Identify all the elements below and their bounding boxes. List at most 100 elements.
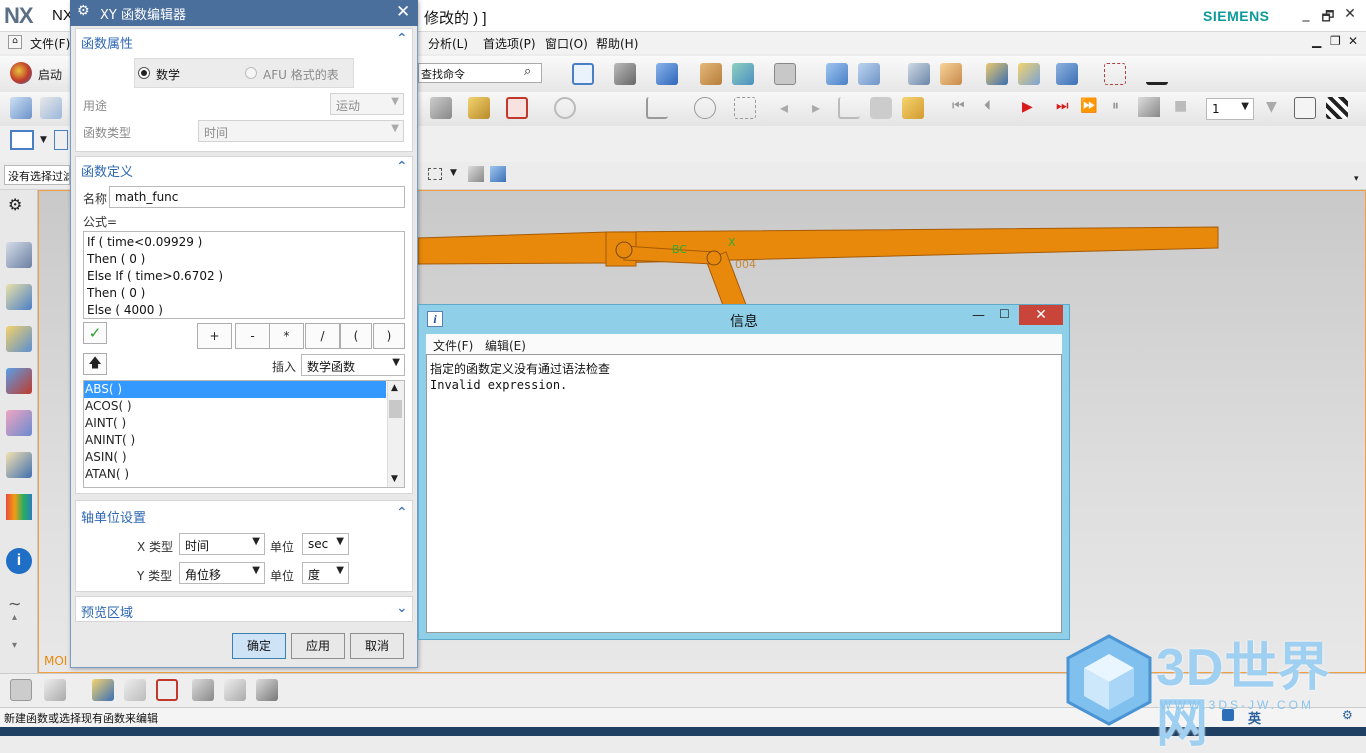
function-type-combo[interactable]: 时间 ▼ xyxy=(198,120,404,142)
xy-graph-icon[interactable] xyxy=(838,97,860,119)
point-snap-icon[interactable] xyxy=(1104,63,1126,85)
menu-help[interactable]: 帮助(H) xyxy=(596,35,638,52)
formula-textarea[interactable]: If ( time<0.09929 ) Then ( 0 ) Else If (… xyxy=(83,231,405,319)
cancel-button[interactable]: 取消 xyxy=(350,633,404,659)
fit-view-icon[interactable] xyxy=(572,63,594,85)
add-point-icon[interactable] xyxy=(44,679,66,701)
doc-restore-button[interactable]: ❐ xyxy=(1330,34,1341,48)
collapse-chevron-icon-2[interactable]: ⌃ xyxy=(396,159,408,175)
graph-icon[interactable] xyxy=(646,97,668,119)
tray-settings-icon[interactable]: ⚙ xyxy=(1342,708,1353,722)
doc-close-button[interactable]: ✕ xyxy=(1348,34,1358,48)
simulation-icon[interactable] xyxy=(40,97,62,119)
connector-icon[interactable] xyxy=(506,97,528,119)
collapse-chevron-icon[interactable]: ⌃ xyxy=(396,31,408,47)
chevron-down-icon[interactable]: ▼ xyxy=(40,135,47,145)
wcs-icon[interactable] xyxy=(940,63,962,85)
finish-flag-icon[interactable] xyxy=(1326,97,1348,119)
section-header-properties[interactable]: 函数属性 xyxy=(81,33,133,52)
last-frame-icon[interactable]: ⏩ xyxy=(1080,98,1097,114)
dropdown-icon[interactable]: ▼ xyxy=(1266,99,1277,115)
op-divide-button[interactable]: / xyxy=(305,323,340,349)
chevron-down-icon-2[interactable]: ▼ xyxy=(450,168,457,178)
arrow-left-icon[interactable]: ◂ xyxy=(780,98,788,117)
radio-math[interactable] xyxy=(138,67,150,79)
spring-icon[interactable] xyxy=(124,679,146,701)
restore-button[interactable]: 🗗 xyxy=(1318,6,1338,25)
menu-analysis[interactable]: 分析(L) xyxy=(428,35,468,52)
op-lparen-button[interactable]: ( xyxy=(340,323,372,349)
prev-frame-icon[interactable]: ⏴ xyxy=(984,98,991,114)
expand-chevron-icon[interactable]: ⌄ xyxy=(396,600,408,616)
name-input[interactable]: math_func xyxy=(109,186,405,208)
marker-icon[interactable] xyxy=(92,679,114,701)
dialog-gear-icon[interactable]: ⚙ xyxy=(77,3,90,19)
reuse-library-icon[interactable] xyxy=(6,410,32,436)
filter-icon[interactable] xyxy=(1056,63,1078,85)
apply-button[interactable]: 应用 xyxy=(291,633,345,659)
section-header-definition[interactable]: 函数定义 xyxy=(81,161,133,180)
list-scrollbar[interactable] xyxy=(387,381,404,487)
info-maximize-button[interactable]: ☐ xyxy=(999,307,1010,321)
radio-afu[interactable] xyxy=(245,67,257,79)
list-item[interactable]: AINT( ) xyxy=(85,415,135,432)
move-component-icon[interactable] xyxy=(858,63,880,85)
op-minus-button[interactable]: - xyxy=(235,323,270,349)
op-rparen-button[interactable]: ) xyxy=(373,323,405,349)
usage-combo[interactable]: 运动 ▼ xyxy=(330,93,404,115)
next-frame-icon[interactable]: ⏭ xyxy=(1056,98,1069,114)
view-frame-icon[interactable] xyxy=(10,130,34,150)
op-multiply-button[interactable]: * xyxy=(269,323,304,349)
type-filter-combo[interactable]: 没有选择过滤 xyxy=(4,165,70,185)
search-icon[interactable]: ⌕ xyxy=(524,64,531,79)
toolbar-overflow-icon[interactable]: ▾ xyxy=(1354,174,1359,184)
list-item[interactable]: ACOS( ) xyxy=(85,398,135,415)
start-button[interactable]: 启动 xyxy=(38,66,62,83)
face-select-icon[interactable] xyxy=(490,166,506,182)
bushing-icon[interactable] xyxy=(192,679,214,701)
damper-icon[interactable] xyxy=(156,679,178,701)
assembly-navigator-icon[interactable] xyxy=(6,284,32,310)
select-icon[interactable] xyxy=(1018,63,1040,85)
shaded-cube-icon[interactable] xyxy=(656,63,678,85)
contact-icon[interactable] xyxy=(224,679,246,701)
motion-navigator-icon[interactable] xyxy=(6,242,32,268)
scroll-down-icon[interactable]: ▾ xyxy=(12,640,17,651)
layer-icon[interactable] xyxy=(908,63,930,85)
layout-icon[interactable] xyxy=(54,130,68,150)
settings-gear-icon[interactable]: ⚙ xyxy=(8,195,22,214)
arrow-right-icon[interactable]: ▸ xyxy=(812,98,820,117)
list-item[interactable]: ATAN( ) xyxy=(85,466,135,483)
pause-icon[interactable]: ⏸ xyxy=(1112,98,1119,114)
close-button[interactable]: ✕ xyxy=(1340,6,1360,24)
wave-icon[interactable]: ∼ xyxy=(8,594,21,613)
check-syntax-button[interactable]: ✓ xyxy=(83,322,107,344)
undo-icon[interactable]: ⌂ xyxy=(8,35,22,49)
menu-window[interactable]: 窗口(O) xyxy=(545,35,588,52)
info-menu-file[interactable]: 文件(F) xyxy=(433,337,473,354)
info-minimize-button[interactable]: — xyxy=(972,308,985,323)
first-frame-icon[interactable]: ⏮ xyxy=(952,98,965,114)
scroll-up-icon[interactable]: ▴ xyxy=(12,612,17,623)
scroll-up-arrow-icon[interactable]: ▲ xyxy=(391,383,398,393)
orient-view-icon[interactable] xyxy=(826,63,848,85)
op-plus-button[interactable]: + xyxy=(197,323,232,349)
menu-preferences[interactable]: 首选项(P) xyxy=(483,35,536,52)
dialog-close-button[interactable]: ✕ xyxy=(396,2,410,22)
insert-combo[interactable]: 数学函数 ▼ xyxy=(301,354,405,376)
animation-icon[interactable] xyxy=(902,97,924,119)
section-header-axis[interactable]: 轴单位设置 xyxy=(81,507,146,526)
stop-icon[interactable]: ■ xyxy=(1174,98,1187,114)
section-header-preview[interactable]: 预览区域 xyxy=(81,602,133,621)
x-type-combo[interactable]: 时间 ▼ xyxy=(179,533,265,555)
x-unit-combo[interactable]: sec ▼ xyxy=(302,533,349,555)
interference-icon[interactable] xyxy=(870,97,892,119)
link-icon[interactable] xyxy=(430,97,452,119)
collapse-chevron-icon-3[interactable]: ⌃ xyxy=(396,505,408,521)
gear-coupler-icon[interactable] xyxy=(554,97,576,119)
hd3d-icon[interactable] xyxy=(6,452,32,478)
render-style-icon[interactable] xyxy=(614,63,636,85)
list-item[interactable]: ABS( ) xyxy=(85,381,135,398)
scroll-thumb[interactable] xyxy=(389,400,402,418)
doc-minimize-button[interactable]: ▁ xyxy=(1312,34,1321,48)
